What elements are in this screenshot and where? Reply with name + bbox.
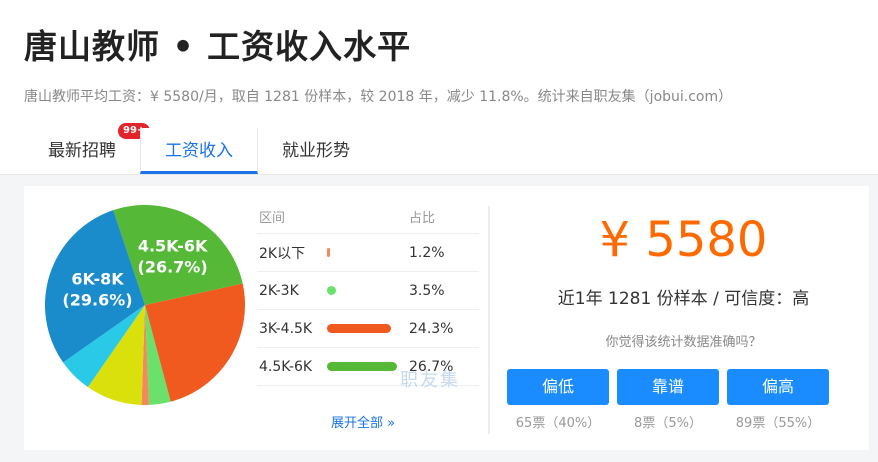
share-bar: [327, 362, 397, 371]
vote-low-count: 65票（40%）: [515, 416, 601, 431]
tab-label: 最新招聘: [48, 141, 116, 161]
tab-employment[interactable]: 就业形势: [258, 128, 374, 174]
salary-distribution-table: 区间 占比 2K以下 1.2% 2K-3K 3.5% 3K-4.5K 24.3%…: [257, 204, 479, 386]
share-bar: [327, 286, 336, 295]
sample-info: 近1年 1281 份样本 / 可信度：高: [557, 289, 810, 309]
expand-all-link[interactable]: 展开全部 »: [331, 412, 395, 431]
accuracy-question: 你觉得该统计数据准确吗？: [605, 335, 762, 350]
page-title: 唐山教师 • 工资收入水平: [24, 27, 412, 66]
vote-low-button[interactable]: 偏低: [507, 369, 609, 405]
tab-salary[interactable]: 工资收入: [140, 128, 258, 174]
header-range: 区间: [259, 211, 286, 226]
row-share: 1.2%: [409, 244, 445, 261]
row-range: 4.5K-6K: [259, 358, 313, 375]
table-row: 2K-3K 3.5%: [257, 272, 479, 310]
salary-card: 6K-8K (29.6%) 4.5K-6K (26.7%) 区间 占比 2K以下 1.…: [24, 186, 869, 450]
tab-label: 工资收入: [165, 141, 233, 161]
pie-label: 4.5K-6K: [138, 236, 208, 255]
pie-label: 6K-8K: [71, 269, 124, 288]
row-share: 24.3%: [409, 320, 454, 337]
average-salary: ¥ 5580: [599, 212, 768, 268]
row-range: 3K-4.5K: [259, 320, 313, 337]
tab-latest-jobs[interactable]: 最新招聘 99+: [24, 123, 151, 174]
salary-pie-chart: 6K-8K (29.6%) 4.5K-6K (26.7%): [44, 205, 246, 406]
row-range: 2K-3K: [259, 282, 299, 299]
vote-accurate-button[interactable]: 靠谱: [617, 369, 719, 405]
share-bar: [327, 324, 391, 333]
pie-label: (26.7%): [138, 257, 208, 276]
vote-accurate-count: 8票（5%）: [634, 416, 702, 431]
vote-high-button[interactable]: 偏高: [727, 369, 829, 405]
table-row: 2K以下 1.2%: [257, 234, 479, 272]
header-share: 占比: [409, 211, 436, 226]
divider: [488, 206, 490, 434]
table-header: 区间 占比: [257, 204, 479, 234]
vote-high-count: 89票（55%）: [735, 416, 821, 431]
page-subtitle: 唐山教师平均工资：¥ 5580/月，取自 1281 份样本，较 2018 年，减…: [24, 89, 733, 105]
tab-label: 就业形势: [282, 141, 350, 161]
watermark: 职友集: [400, 370, 460, 391]
page-header: 唐山教师 • 工资收入水平 唐山教师平均工资：¥ 5580/月，取自 1281 …: [0, 0, 878, 175]
pie-label: (29.6%): [62, 290, 132, 309]
table-row: 3K-4.5K 24.3%: [257, 310, 479, 348]
tab-bar: 最新招聘 99+ 工资收入 就业形势: [24, 123, 374, 174]
row-share: 3.5%: [409, 282, 445, 299]
share-bar: [327, 248, 330, 257]
row-range: 2K以下: [259, 245, 306, 262]
